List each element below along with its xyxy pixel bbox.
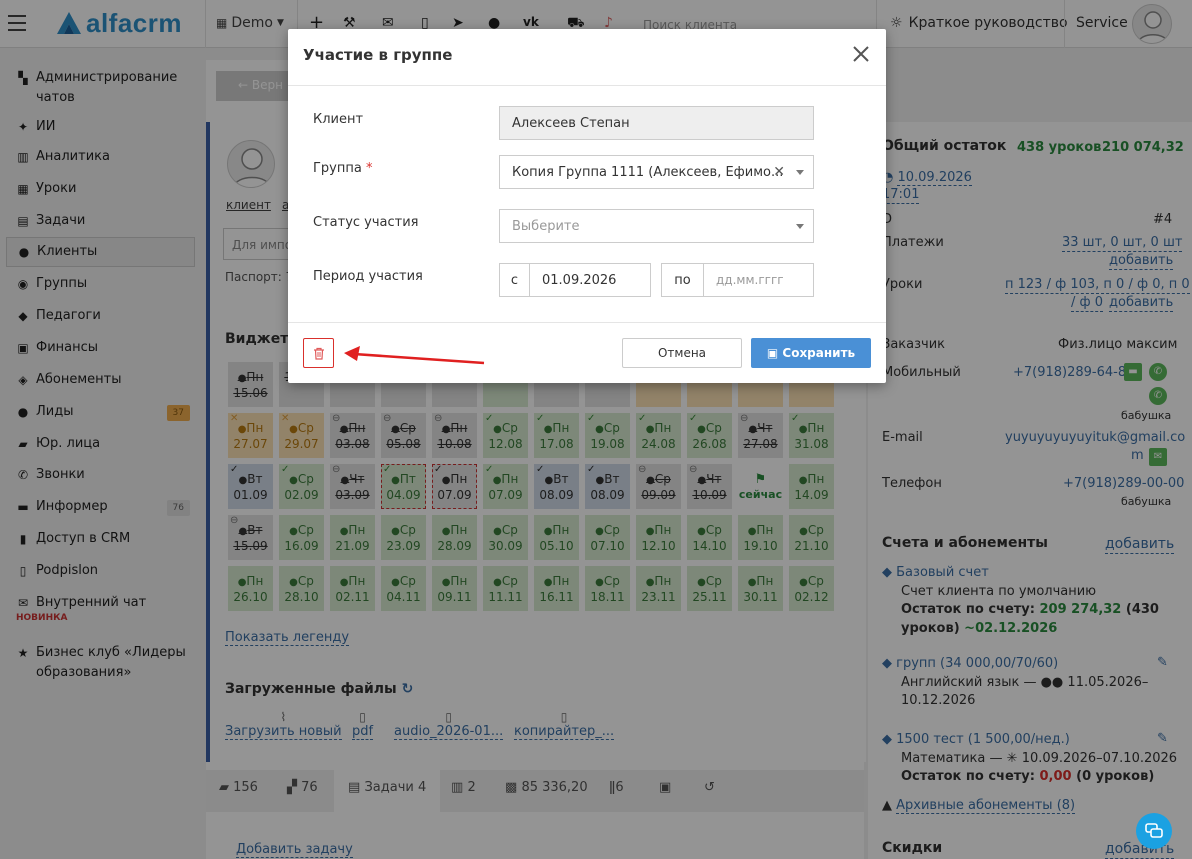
period-from-input[interactable]: 01.09.2026 <box>529 263 651 297</box>
group-select-value: Копия Группа 1111 (Алексеев, Ефимо... <box>512 165 784 180</box>
trash-icon <box>313 347 324 360</box>
group-label: Группа * <box>313 161 372 176</box>
cancel-button[interactable]: Отмена <box>622 338 742 368</box>
status-label: Статус участия <box>313 215 419 230</box>
period-label: Период участия <box>313 269 423 284</box>
modal-title: Участие в группе <box>303 46 453 64</box>
chat-button[interactable] <box>1136 813 1172 849</box>
period-to-input[interactable]: дд.мм.гггг <box>703 263 814 297</box>
chevron-down-icon <box>796 224 804 229</box>
period-from-addon: с <box>499 263 530 297</box>
chevron-down-icon <box>796 170 804 175</box>
group-participation-modal: Участие в группе Клиент Алексеев Степан … <box>288 29 886 383</box>
close-icon[interactable] <box>849 42 873 66</box>
client-field: Алексеев Степан <box>499 106 814 140</box>
chat-icon <box>1145 823 1163 838</box>
save-label: Сохранить <box>782 346 856 360</box>
client-label: Клиент <box>313 112 364 127</box>
period-to-addon: по <box>661 263 704 297</box>
annotation-arrow <box>344 346 485 365</box>
save-button[interactable]: ▣ Сохранить <box>751 338 871 368</box>
status-select[interactable]: Выберите <box>499 209 814 243</box>
delete-button[interactable] <box>303 338 334 368</box>
required-marker: * <box>365 161 373 176</box>
status-select-placeholder: Выберите <box>512 219 580 234</box>
floppy-icon: ▣ <box>766 346 779 360</box>
group-label-text: Группа <box>313 161 362 176</box>
group-select[interactable]: Копия Группа 1111 (Алексеев, Ефимо... ✕ <box>499 155 814 189</box>
clear-icon[interactable]: ✕ <box>773 164 785 180</box>
